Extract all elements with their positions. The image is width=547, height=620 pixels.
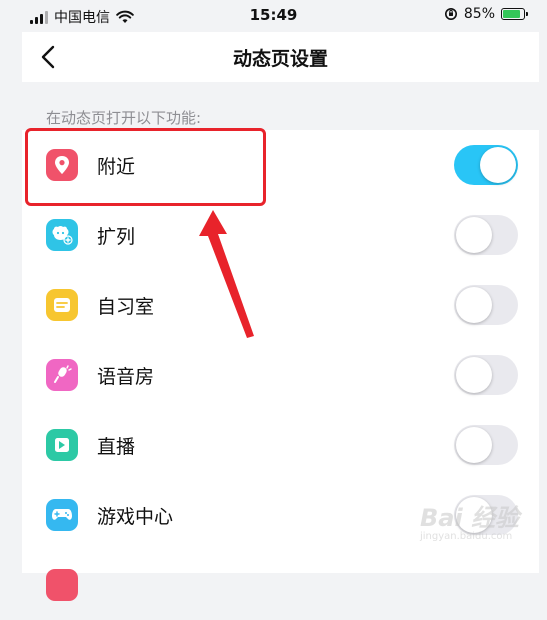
toggle-voice-room[interactable] bbox=[454, 355, 518, 395]
item-label: 游戏中心 bbox=[97, 506, 174, 528]
watermark-sub: jingyan.baidu.com bbox=[420, 531, 513, 542]
item-icon-box bbox=[46, 289, 78, 321]
toggle-study-room[interactable] bbox=[454, 285, 518, 325]
item-icon-box bbox=[46, 499, 78, 531]
add-friend-icon bbox=[52, 225, 73, 245]
nav-bar: 动态页设置 bbox=[22, 32, 539, 82]
item-label: 语音房 bbox=[97, 366, 155, 388]
status-right: 85% bbox=[444, 6, 528, 22]
battery-icon bbox=[501, 8, 528, 20]
battery-fill bbox=[503, 10, 520, 18]
item-label: 直播 bbox=[97, 436, 136, 458]
watermark: Bai 经验 jingyan.baidu.com bbox=[420, 498, 519, 542]
microphone-icon bbox=[54, 365, 72, 383]
item-icon-box bbox=[46, 569, 78, 601]
toggle-knob bbox=[456, 287, 492, 323]
list-item-partial bbox=[22, 550, 539, 620]
item-label: 附近 bbox=[97, 156, 136, 178]
watermark-text: Bai 经验 bbox=[420, 504, 520, 532]
toggle-nearby[interactable] bbox=[454, 145, 518, 185]
location-pin-icon bbox=[55, 156, 69, 174]
item-label: 自习室 bbox=[97, 296, 155, 318]
item-label: 扩列 bbox=[97, 226, 136, 248]
item-icon-box bbox=[46, 219, 78, 251]
item-icon-box bbox=[46, 149, 78, 181]
live-icon bbox=[55, 438, 69, 452]
study-room-icon bbox=[54, 298, 70, 312]
status-bar: 中国电信 15:49 85% bbox=[0, 0, 547, 32]
list-item-study-room: 自习室 bbox=[22, 270, 539, 340]
list-item-kuolie: 扩列 bbox=[22, 200, 539, 270]
page-title: 动态页设置 bbox=[232, 48, 328, 70]
list-item-nearby: 附近 bbox=[22, 130, 539, 200]
section-header: 在动态页打开以下功能: bbox=[46, 109, 202, 127]
toggle-knob bbox=[456, 217, 492, 253]
orientation-lock-icon bbox=[444, 8, 457, 20]
list-item-voice-room: 语音房 bbox=[22, 340, 539, 410]
toggle-knob bbox=[456, 427, 492, 463]
item-icon-box bbox=[46, 429, 78, 461]
item-icon-box bbox=[46, 359, 78, 391]
toggle-kuolie[interactable] bbox=[454, 215, 518, 255]
list-item-live: 直播 bbox=[22, 410, 539, 480]
toggle-live[interactable] bbox=[454, 425, 518, 465]
gamepad-icon bbox=[52, 509, 72, 520]
toggle-knob bbox=[480, 147, 516, 183]
toggle-knob bbox=[456, 357, 492, 393]
battery-percent: 85% bbox=[463, 6, 495, 22]
